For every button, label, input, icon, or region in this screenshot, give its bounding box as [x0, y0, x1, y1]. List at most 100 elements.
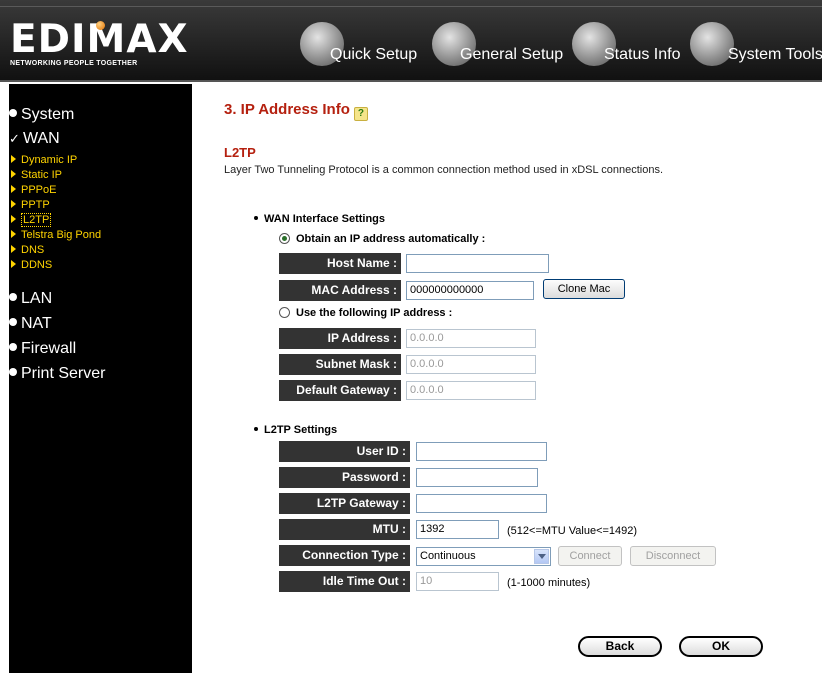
- edimax-logo: EDIMAX NETWORKING PEOPLE TOGETHER: [8, 18, 188, 74]
- chevron-down-icon[interactable]: [534, 549, 549, 564]
- logo-dot-icon: [96, 21, 105, 30]
- idle-time-out-input[interactable]: 10: [416, 572, 499, 591]
- nav-status-info-label: Status Info: [604, 46, 681, 63]
- connection-type-label: Connection Type :: [279, 545, 410, 566]
- sidebar-sub-l2tp[interactable]: L2TP: [11, 213, 52, 227]
- ok-button[interactable]: OK: [679, 636, 763, 657]
- host-name-input[interactable]: [406, 254, 549, 273]
- mtu-label: MTU :: [279, 519, 410, 540]
- radio-on-icon[interactable]: [279, 233, 290, 244]
- clone-mac-button[interactable]: Clone Mac: [543, 279, 625, 299]
- default-gateway-label: Default Gateway :: [279, 380, 401, 401]
- nav-general-setup[interactable]: General Setup: [432, 22, 567, 76]
- radio-use-following[interactable]: Use the following IP address :: [279, 307, 452, 319]
- l2tp-gateway-label: L2TP Gateway :: [279, 493, 410, 514]
- connection-type-value: Continuous: [420, 550, 476, 562]
- help-icon[interactable]: ?: [353, 107, 368, 121]
- bullet-icon: [9, 109, 17, 117]
- disconnect-button[interactable]: Disconnect: [630, 546, 716, 566]
- radio-obtain-auto[interactable]: Obtain an IP address automatically :: [279, 233, 485, 245]
- host-name-label: Host Name :: [279, 253, 401, 274]
- radio-off-icon[interactable]: [279, 307, 290, 318]
- header-bar: EDIMAX NETWORKING PEOPLE TOGETHER Quick …: [0, 0, 822, 82]
- triangle-icon: [11, 155, 16, 163]
- subnet-mask-input[interactable]: 0.0.0.0: [406, 355, 536, 374]
- main-content: 3. IP Address Info? L2TP Layer Two Tunne…: [192, 84, 822, 673]
- mac-address-input[interactable]: 000000000000: [406, 281, 534, 300]
- nav-quick-setup-label: Quick Setup: [330, 46, 418, 63]
- sidebar-sub-label: Dynamic IP: [21, 154, 78, 166]
- sidebar-item-print-server[interactable]: Print Server: [9, 365, 105, 383]
- sidebar-item-label: WAN: [23, 130, 60, 147]
- bullet-icon: [254, 427, 258, 431]
- back-button[interactable]: Back: [578, 636, 662, 657]
- sidebar-sub-label: PPTP: [21, 199, 50, 211]
- sidebar-sub-static-ip[interactable]: Static IP: [11, 169, 62, 181]
- user-id-label: User ID :: [279, 441, 410, 462]
- sidebar-item-lan[interactable]: LAN: [9, 290, 52, 308]
- sidebar-sub-pptp[interactable]: PPTP: [11, 199, 50, 211]
- triangle-icon: [11, 245, 16, 253]
- mtu-note: (512<=MTU Value<=1492): [507, 525, 638, 537]
- sidebar-item-label: Print Server: [21, 365, 106, 382]
- triangle-icon: [11, 200, 16, 208]
- sidebar-item-label: Firewall: [21, 340, 77, 357]
- password-input[interactable]: [416, 468, 538, 487]
- sidebar-item-firewall[interactable]: Firewall: [9, 340, 76, 358]
- default-gateway-input[interactable]: 0.0.0.0: [406, 381, 536, 400]
- sidebar-sub-label: PPPoE: [21, 184, 57, 196]
- sidebar-sub-dns[interactable]: DNS: [11, 244, 44, 256]
- radio-use-following-label: Use the following IP address :: [296, 307, 453, 319]
- subnet-mask-label: Subnet Mask :: [279, 354, 401, 375]
- nav-system-tools[interactable]: System Tools: [690, 22, 822, 76]
- sidebar-sub-ddns[interactable]: DDNS: [11, 259, 52, 271]
- triangle-icon: [11, 230, 16, 238]
- sidebar-item-system[interactable]: System: [9, 106, 74, 124]
- bullet-icon: [9, 343, 17, 351]
- triangle-icon: [11, 185, 16, 193]
- wan-settings-heading: WAN Interface Settings: [254, 213, 385, 225]
- radio-obtain-auto-label: Obtain an IP address automatically :: [296, 233, 486, 245]
- check-icon: ✓: [9, 131, 20, 146]
- sidebar-sub-label: L2TP: [21, 213, 52, 227]
- connection-type-select[interactable]: Continuous: [416, 547, 551, 566]
- mac-address-label: MAC Address :: [279, 280, 401, 301]
- triangle-icon: [11, 170, 16, 178]
- ip-address-input[interactable]: 0.0.0.0: [406, 329, 536, 348]
- logo-tagline: NETWORKING PEOPLE TOGETHER: [10, 60, 138, 67]
- user-id-input[interactable]: [416, 442, 547, 461]
- idle-time-out-label: Idle Time Out :: [279, 571, 410, 592]
- triangle-icon: [11, 215, 16, 223]
- sidebar-sub-telstra[interactable]: Telstra Big Pond: [11, 229, 101, 241]
- sidebar-item-label: NAT: [21, 315, 52, 332]
- sidebar-item-wan[interactable]: ✓ WAN: [9, 130, 60, 148]
- sidebar-sub-label: Static IP: [21, 169, 62, 181]
- bullet-icon: [254, 216, 258, 220]
- sidebar: System ✓ WAN Dynamic IP Static IP PPPoE P…: [9, 84, 192, 673]
- mtu-input[interactable]: 1392: [416, 520, 499, 539]
- sidebar-sub-label: Telstra Big Pond: [21, 229, 102, 241]
- password-label: Password :: [279, 467, 410, 488]
- nav-general-setup-label: General Setup: [460, 46, 564, 63]
- nav-quick-setup[interactable]: Quick Setup: [300, 22, 417, 76]
- sidebar-sub-label: DNS: [21, 244, 45, 256]
- wan-settings-heading-text: WAN Interface Settings: [264, 213, 386, 225]
- l2tp-gateway-input[interactable]: [416, 494, 547, 513]
- bullet-icon: [9, 368, 17, 376]
- section-title: L2TP: [224, 145, 256, 160]
- triangle-icon: [11, 260, 16, 268]
- bullet-icon: [9, 318, 17, 326]
- connect-button[interactable]: Connect: [558, 546, 622, 566]
- l2tp-settings-heading-text: L2TP Settings: [264, 424, 338, 436]
- sidebar-sub-dynamic-ip[interactable]: Dynamic IP: [11, 154, 77, 166]
- sidebar-sub-label: DDNS: [21, 259, 53, 271]
- page-title: 3. IP Address Info?: [224, 101, 368, 121]
- section-description: Layer Two Tunneling Protocol is a common…: [224, 164, 664, 176]
- l2tp-settings-heading: L2TP Settings: [254, 424, 337, 436]
- nav-status-info[interactable]: Status Info: [572, 22, 687, 76]
- page-title-text: 3. IP Address Info: [224, 101, 350, 118]
- bullet-icon: [9, 293, 17, 301]
- sidebar-item-label: System: [21, 106, 75, 123]
- sidebar-sub-pppoe[interactable]: PPPoE: [11, 184, 56, 196]
- sidebar-item-nat[interactable]: NAT: [9, 315, 52, 333]
